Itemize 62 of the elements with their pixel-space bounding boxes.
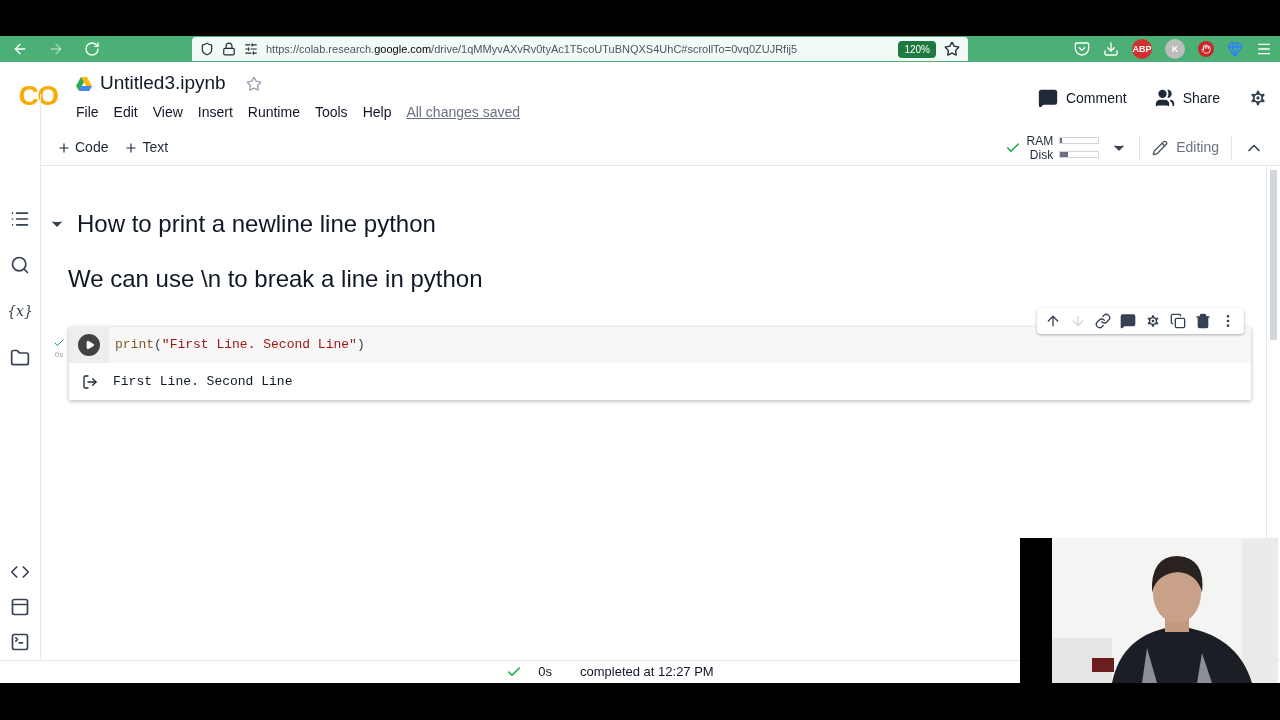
success-check-icon bbox=[53, 337, 65, 349]
add-cell-button[interactable]: Code bbox=[57, 137, 109, 158]
download-icon[interactable] bbox=[1103, 41, 1119, 57]
lock-icon bbox=[222, 42, 236, 56]
menu-icon[interactable] bbox=[1256, 41, 1272, 57]
command-palette-icon[interactable] bbox=[10, 597, 30, 617]
drive-icon bbox=[76, 76, 92, 91]
star-icon[interactable] bbox=[245, 75, 262, 92]
menu-item[interactable]: Runtime bbox=[247, 101, 300, 123]
add-cell-button[interactable]: Text bbox=[124, 137, 169, 158]
permissions-icon bbox=[244, 42, 258, 56]
link-icon[interactable] bbox=[1095, 313, 1111, 329]
extension-button[interactable]: ABP bbox=[1132, 39, 1152, 59]
exec-time: 0s bbox=[54, 349, 64, 361]
url-text: https://colab.research.google.com/drive/1qMMyvAXvRv0tyAc1T5coUTuBNQXS4UhC#scrollTo=0vq0ZUJRfij5 bbox=[266, 41, 799, 57]
search-icon[interactable] bbox=[10, 255, 30, 275]
mirror-cell-icon[interactable] bbox=[1170, 313, 1186, 329]
settings-icon[interactable] bbox=[1145, 313, 1161, 329]
scrollbar-thumb[interactable] bbox=[1270, 170, 1277, 340]
plus-icon bbox=[57, 140, 71, 155]
pocket-icon[interactable] bbox=[1074, 41, 1090, 57]
output-icon bbox=[82, 373, 98, 390]
variables-button[interactable]: {x} bbox=[7, 301, 33, 322]
menu-item[interactable]: Insert bbox=[197, 101, 233, 123]
zoom-badge[interactable]: 120% bbox=[898, 40, 936, 58]
resources-meter[interactable]: RAM Disk bbox=[1025, 133, 1100, 162]
comment-icon bbox=[1037, 88, 1058, 108]
folder-icon[interactable] bbox=[10, 348, 30, 368]
run-button[interactable] bbox=[78, 334, 100, 356]
menu-item[interactable]: Tools bbox=[314, 101, 348, 123]
cell-output: First Line. Second Line bbox=[113, 372, 293, 391]
plus-icon bbox=[124, 140, 139, 155]
comment-button[interactable]: Comment bbox=[1037, 87, 1127, 109]
menu-item[interactable]: File bbox=[76, 101, 99, 123]
settings-icon[interactable] bbox=[1248, 88, 1268, 108]
reload-icon[interactable] bbox=[84, 41, 100, 57]
section-heading: How to print a newline line python bbox=[77, 209, 436, 239]
save-status-link[interactable]: All changes saved bbox=[406, 101, 521, 123]
menu-item[interactable]: Help bbox=[362, 101, 392, 123]
delete-icon[interactable] bbox=[1195, 313, 1211, 329]
terminal-icon[interactable] bbox=[10, 632, 30, 652]
editing-button[interactable]: Editing bbox=[1152, 137, 1219, 158]
share-button[interactable]: Share bbox=[1154, 87, 1220, 109]
code-line[interactable]: print("First Line. Second Line") bbox=[115, 335, 365, 355]
bookmark-icon[interactable] bbox=[944, 41, 960, 57]
back-icon[interactable] bbox=[12, 41, 28, 57]
move-up-icon[interactable] bbox=[1045, 313, 1061, 329]
status-time: 0s bbox=[538, 663, 552, 682]
shield-icon bbox=[200, 42, 214, 56]
status-message: completed at 12:27 PM bbox=[580, 663, 714, 682]
people-icon bbox=[1154, 88, 1175, 108]
notebook-title[interactable]: Untitled3.ipynb bbox=[100, 69, 226, 98]
code-cell[interactable]: print("First Line. Second Line") First Line. Second Line bbox=[69, 327, 1251, 400]
table-of-contents-icon[interactable] bbox=[10, 209, 30, 229]
play-icon bbox=[84, 340, 95, 350]
address-bar[interactable]: https://colab.research.google.com/drive/1qMMyvAXvRv0tyAc1T5coUTuBNQXS4UhC#scrollTo=0vq0ZUJRfij5 120% bbox=[192, 37, 968, 61]
comment-icon[interactable] bbox=[1120, 313, 1136, 329]
pencil-icon bbox=[1152, 139, 1169, 156]
hand-icon[interactable] bbox=[1198, 41, 1214, 57]
menu-item[interactable]: View bbox=[152, 101, 183, 123]
markdown-text: We can use \n to break a line in python bbox=[68, 264, 483, 294]
menu-item[interactable]: Edit bbox=[113, 101, 138, 123]
